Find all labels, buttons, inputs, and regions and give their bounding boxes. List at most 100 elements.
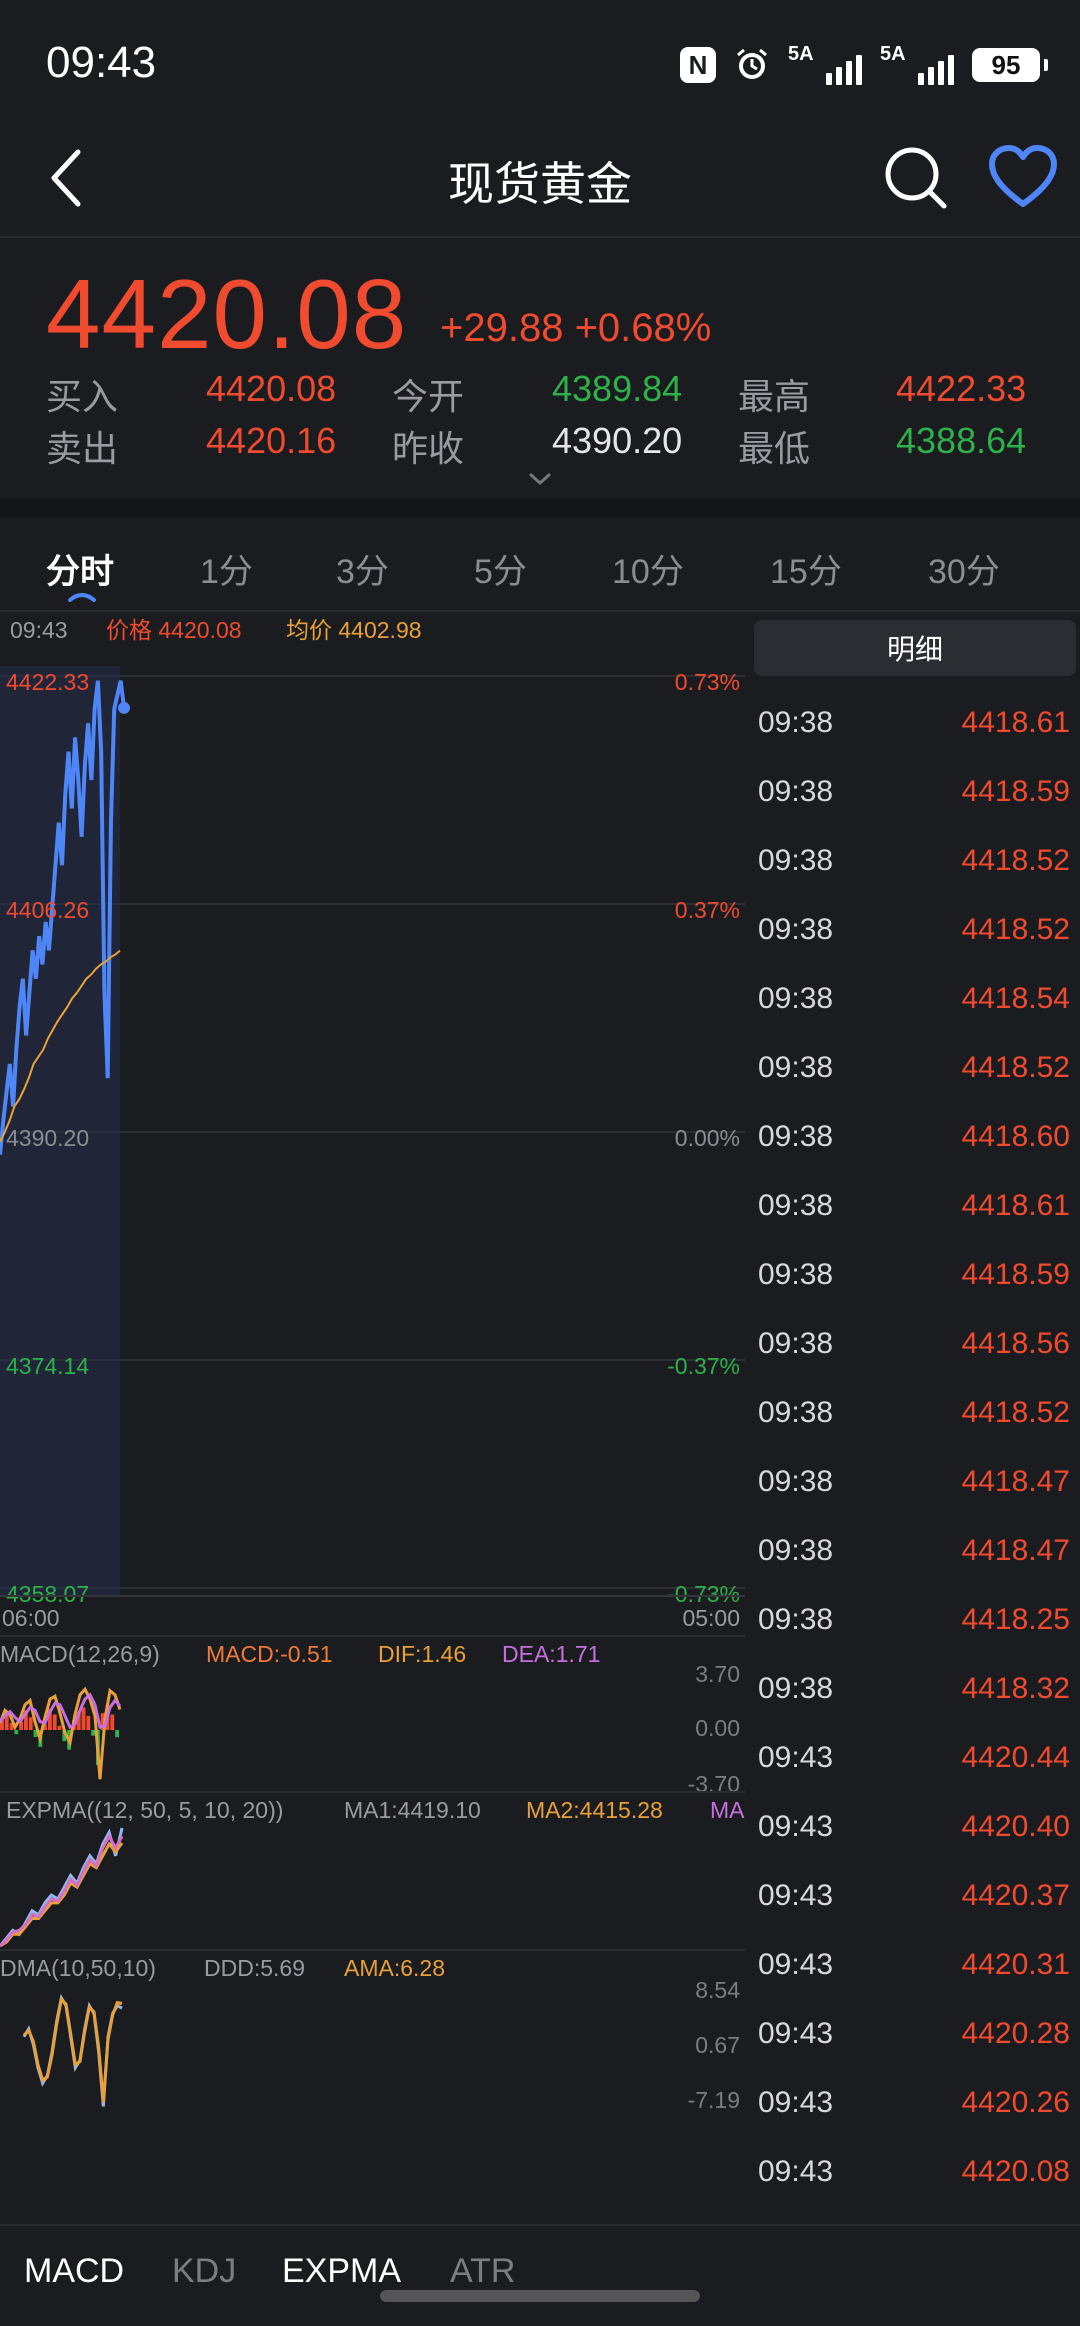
macd-bar [115,1730,120,1738]
tick-time: 09:38 [758,1120,834,1153]
indicator-tab-atr[interactable]: ATR [450,2252,515,2291]
status-icons: N 5A 5A 95 [680,40,1048,90]
sell-label: 卖出 [46,428,119,469]
tick-time: 09:43 [758,2155,834,2188]
tick-row: 09:38 4418.52 [750,844,1080,884]
favorite-heart-icon[interactable] [988,144,1058,210]
tick-time: 09:38 [758,1465,834,1498]
buy-label: 买入 [46,376,119,417]
macd-bar [52,1714,57,1730]
y-tick-right: 0.73% [675,669,740,695]
tick-price: 4420.44 [961,1741,1070,1774]
charts-svg[interactable]: 09:43 价格 4420.08 均价 4402.98 4422.33 0.73%… [0,612,745,2222]
y-tick-right: -0.73% [667,1581,740,1607]
tick-time: 09:38 [758,1327,834,1360]
low-value: 4388.64 [896,420,1027,461]
tick-row: 09:38 4418.47 [750,1465,1080,1505]
y-tick-left: 4422.33 [6,669,89,695]
tab-intraday[interactable]: 分时 [46,544,114,593]
home-indicator[interactable] [380,2290,700,2302]
tick-price: 4420.28 [961,2017,1070,2050]
macd-ytick-bottom: -3.70 [688,1771,740,1797]
tick-price: 4420.40 [961,1810,1070,1843]
tick-row: 09:38 4418.59 [750,775,1080,815]
chart-area[interactable]: 09:43 价格 4420.08 均价 4402.98 4422.33 0.73%… [0,612,745,2222]
tick-time: 09:38 [758,913,834,946]
tick-row: 09:43 4420.40 [750,1810,1080,1850]
signal-1-label: 5A [788,43,814,65]
y-tick-left: 4358.07 [6,1581,89,1607]
chart-info-avg: 均价 4402.98 [286,617,422,643]
tick-detail-panel[interactable]: 明细 09:38 4418.61 09:38 4418.59 09:38 4418.52 0… [750,612,1080,2222]
tick-price: 4418.54 [961,982,1070,1015]
alarm-icon [737,48,767,79]
x-tick-end: 05:00 [682,1605,740,1631]
tick-price: 4418.61 [961,706,1070,739]
y-tick-left: 4374.14 [6,1353,89,1379]
tick-price: 4420.26 [961,2086,1070,2119]
tick-price: 4418.52 [961,913,1070,946]
signal-1-icon: 5A [788,43,862,85]
macd-label: MACD(12,26,9) [0,1641,160,1667]
tick-row: 09:38 4418.25 [750,1603,1080,1643]
tick-price: 4420.08 [961,2155,1070,2188]
dma-chart [22,1993,123,2107]
tab-5min[interactable]: 5分 [474,544,527,593]
tab-15min[interactable]: 15分 [770,544,842,593]
tab-1min[interactable]: 1分 [200,544,253,593]
tick-time: 09:38 [758,1051,834,1084]
macd-bar [57,1725,62,1730]
tick-row: 09:38 4418.52 [750,1396,1080,1436]
tick-row: 09:38 4418.47 [750,1534,1080,1574]
tick-price: 4420.37 [961,1879,1070,1912]
macd-bar [110,1714,115,1730]
macd-bar [81,1707,86,1730]
tick-price: 4418.56 [961,1327,1070,1360]
tick-time: 09:43 [758,2086,834,2119]
tick-time: 09:43 [758,2017,834,2050]
tick-time: 09:38 [758,844,834,877]
tick-time: 09:43 [758,1810,834,1843]
tab-30min[interactable]: 30分 [928,544,1000,593]
sell-value: 4420.16 [206,420,337,461]
macd-chart [0,1686,122,1780]
indicator-tab-expma[interactable]: EXPMA [282,2252,401,2291]
dma-label: DMA(10,50,10) [0,1955,156,1981]
x-tick-start: 06:00 [2,1605,60,1631]
tab-10min[interactable]: 10分 [612,544,684,593]
indicator-tab-kdj[interactable]: KDJ [172,2252,236,2291]
status-bar: 09:43 N 5A 5A 95 [0,0,1080,120]
tick-price: 4418.52 [961,844,1070,877]
macd-value: MACD:-0.51 [206,1641,333,1667]
high-value: 4422.33 [896,368,1027,409]
tick-row: 09:38 4418.60 [750,1120,1080,1160]
battery-icon: 95 [972,48,1048,82]
tick-time: 09:38 [758,1396,834,1429]
high-label: 最高 [738,376,811,417]
expand-chevron-icon[interactable] [528,472,552,486]
y-tick-left: 4406.26 [6,897,89,923]
indicator-tab-macd[interactable]: MACD [24,2252,124,2291]
expma-chart [0,1827,124,1948]
y-tick-left: 4390.20 [6,1125,89,1151]
detail-button[interactable]: 明细 [754,620,1076,676]
tab-3min[interactable]: 3分 [336,544,389,593]
y-tick-right: -0.37% [667,1353,740,1379]
expma-ma3: MA [710,1797,745,1823]
tick-row: 09:43 4420.31 [750,1948,1080,1988]
tick-price: 4418.61 [961,1189,1070,1222]
tick-time: 09:43 [758,1948,834,1981]
chart-info-price: 价格 4420.08 [106,617,242,643]
tick-row: 09:38 4418.59 [750,1258,1080,1298]
tick-row: 09:43 4420.08 [750,2155,1080,2195]
search-icon[interactable] [880,142,950,212]
tick-price: 4418.59 [961,775,1070,808]
open-label: 今开 [392,376,465,417]
tick-row: 09:38 4418.61 [750,1189,1080,1229]
tick-row: 09:38 4418.52 [750,1051,1080,1091]
tick-price: 4418.25 [961,1603,1070,1636]
dma-ddd: DDD:5.69 [204,1955,305,1981]
tick-row: 09:38 4418.61 [750,706,1080,746]
tick-row: 09:43 4420.44 [750,1741,1080,1781]
tick-row: 09:43 4420.28 [750,2017,1080,2057]
